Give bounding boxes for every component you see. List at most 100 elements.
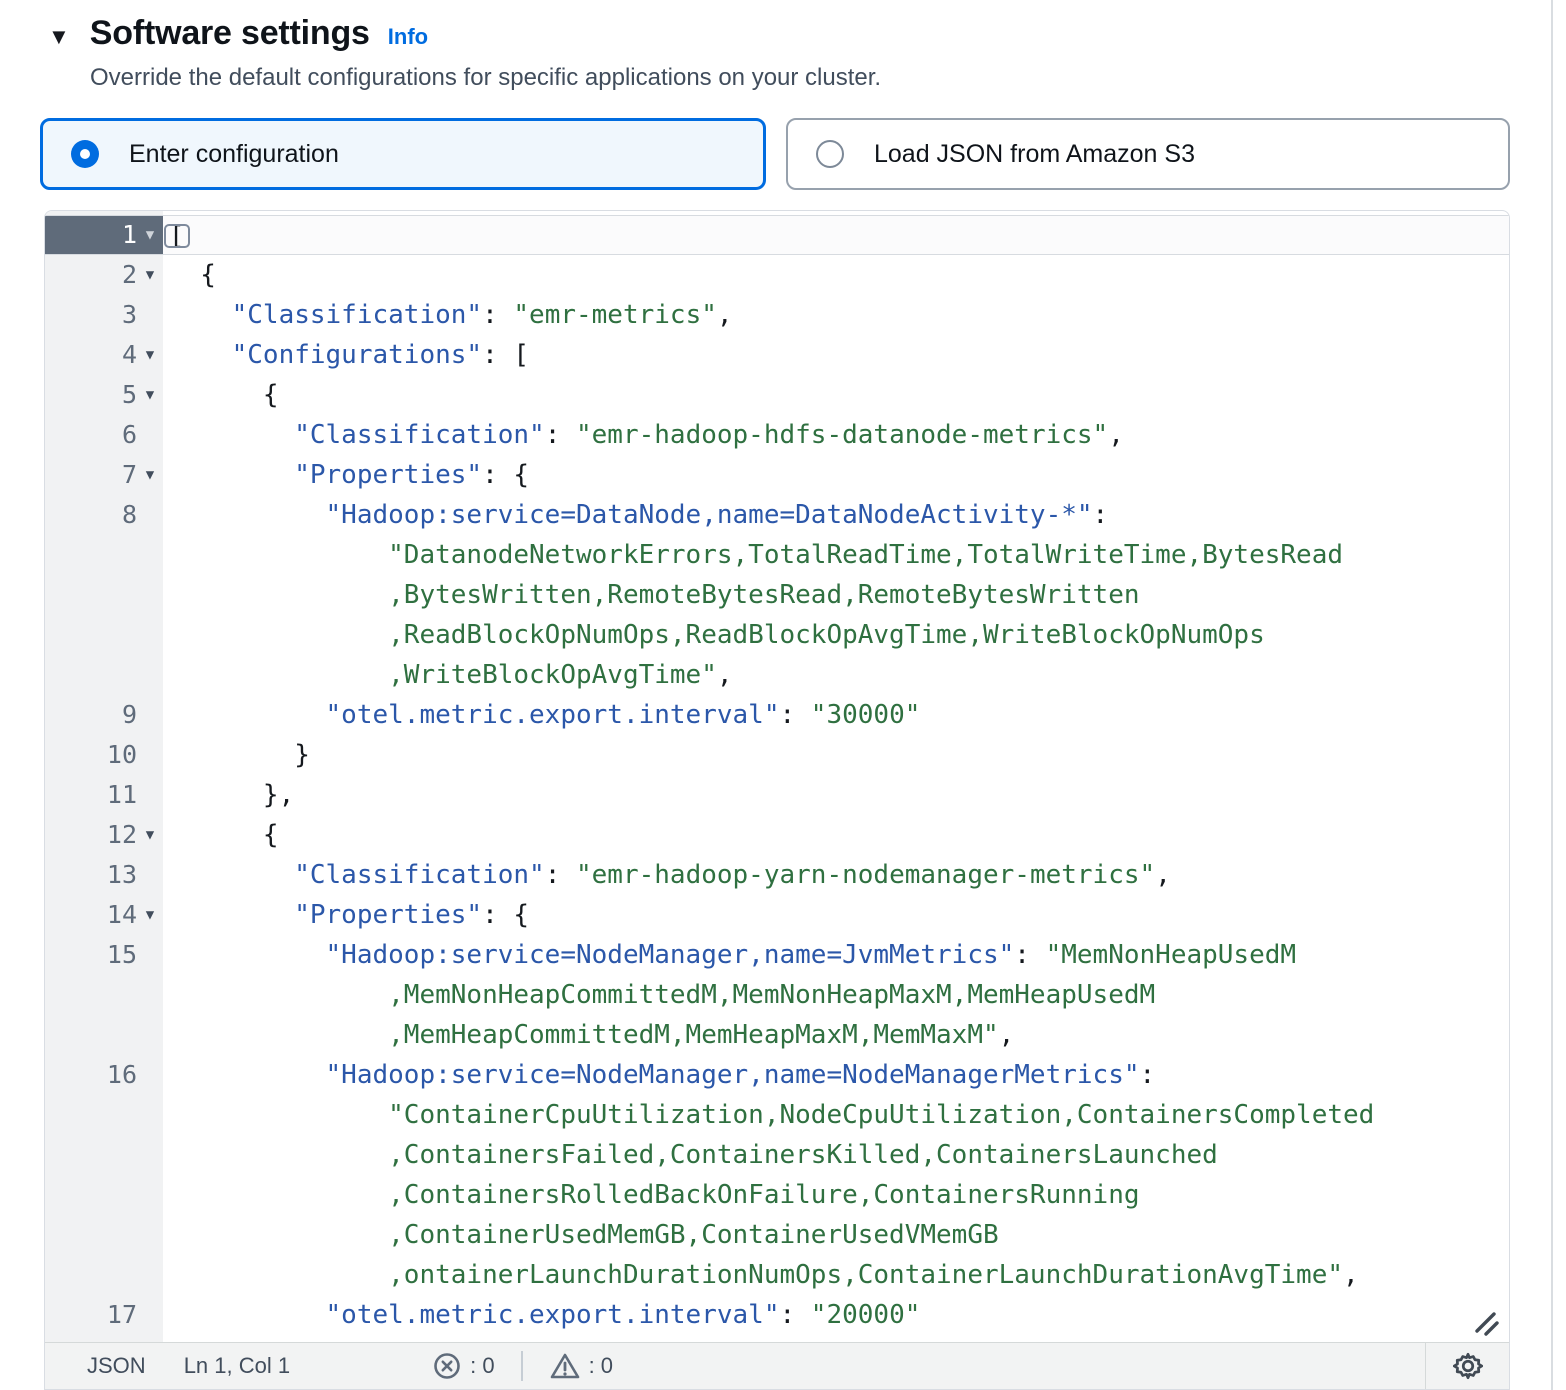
line-number-gutter: 2▼ bbox=[45, 255, 163, 295]
code-line[interactable]: ,BytesWritten,RemoteBytesRead,RemoteByte… bbox=[45, 575, 1509, 615]
code-line-text[interactable]: ,MemNonHeapCommittedM,MemNonHeapMaxM,Mem… bbox=[163, 975, 1155, 1015]
line-number: 9 bbox=[122, 695, 137, 735]
code-line[interactable]: 17 "otel.metric.export.interval": "20000… bbox=[45, 1295, 1509, 1335]
radio-selected-icon[interactable] bbox=[71, 140, 99, 168]
code-line[interactable]: 15 "Hadoop:service=NodeManager,name=JvmM… bbox=[45, 935, 1509, 975]
code-line-text[interactable]: { bbox=[163, 375, 279, 415]
code-editor-text-area[interactable]: 1▼[2▼ {3 "Classification": "emr-metrics"… bbox=[45, 211, 1509, 1342]
code-line[interactable]: 16 "Hadoop:service=NodeManager,name=Node… bbox=[45, 1055, 1509, 1095]
fold-arrow-icon[interactable]: ▼ bbox=[137, 255, 163, 295]
code-line[interactable]: 2▼ { bbox=[45, 255, 1509, 295]
code-line-text[interactable]: "DatanodeNetworkErrors,TotalReadTime,Tot… bbox=[163, 535, 1343, 575]
code-line-text[interactable]: "Hadoop:service=NodeManager,name=NodeMan… bbox=[163, 1055, 1155, 1095]
fold-arrow-icon[interactable]: ▼ bbox=[137, 455, 163, 495]
code-line-text[interactable]: "Hadoop:service=DataNode,name=DataNodeAc… bbox=[163, 495, 1108, 535]
section-title: Software settings bbox=[90, 14, 370, 53]
fold-arrow-icon[interactable]: ▼ bbox=[137, 335, 163, 375]
section-header: ▼ Software settings Info bbox=[48, 14, 428, 53]
line-number-gutter: 12▼ bbox=[45, 815, 163, 855]
code-line[interactable]: ,ReadBlockOpNumOps,ReadBlockOpAvgTime,Wr… bbox=[45, 615, 1509, 655]
code-line[interactable]: 11 }, bbox=[45, 775, 1509, 815]
section-description: Override the default configurations for … bbox=[90, 64, 881, 92]
code-line-text[interactable]: } bbox=[163, 735, 310, 775]
code-line-text[interactable]: }, bbox=[163, 775, 294, 815]
code-line-text[interactable]: "Classification": "emr-hadoop-yarn-nodem… bbox=[163, 855, 1171, 895]
code-line-text[interactable]: ,ContainerUsedMemGB,ContainerUsedVMemGB bbox=[163, 1215, 999, 1255]
code-line[interactable]: ,MemNonHeapCommittedM,MemNonHeapMaxM,Mem… bbox=[45, 975, 1509, 1015]
code-line-text[interactable]: } bbox=[163, 1335, 310, 1342]
code-line[interactable]: 12▼ { bbox=[45, 815, 1509, 855]
info-link[interactable]: Info bbox=[388, 24, 428, 50]
code-line[interactable]: 4▼ "Configurations": [ bbox=[45, 335, 1509, 375]
code-line[interactable]: 10 } bbox=[45, 735, 1509, 775]
code-line[interactable]: 7▼ "Properties": { bbox=[45, 455, 1509, 495]
line-number: 8 bbox=[122, 495, 137, 535]
code-line-text[interactable]: ,WriteBlockOpAvgTime", bbox=[163, 655, 733, 695]
enter-configuration-tile[interactable]: Enter configuration bbox=[40, 118, 766, 190]
code-line-text[interactable]: ,ContainersFailed,ContainersKilled,Conta… bbox=[163, 1135, 1218, 1175]
line-number-gutter: 1▼ bbox=[45, 216, 163, 254]
code-line-text[interactable]: "Configurations": [ bbox=[163, 335, 529, 375]
fold-arrow-icon[interactable]: ▼ bbox=[137, 895, 163, 935]
fold-arrow-icon[interactable]: ▼ bbox=[137, 815, 163, 855]
code-line[interactable]: ,WriteBlockOpAvgTime", bbox=[45, 655, 1509, 695]
section-collapse-icon[interactable]: ▼ bbox=[48, 24, 70, 50]
code-line-text[interactable]: { bbox=[163, 815, 279, 855]
code-line[interactable]: "DatanodeNetworkErrors,TotalReadTime,Tot… bbox=[45, 535, 1509, 575]
line-number-gutter: 9 bbox=[45, 695, 163, 735]
code-line-text[interactable]: "otel.metric.export.interval": "30000" bbox=[163, 695, 920, 735]
line-number-gutter: 13 bbox=[45, 855, 163, 895]
editor-settings-button[interactable] bbox=[1425, 1343, 1509, 1389]
code-line-text[interactable]: ,ontainerLaunchDurationNumOps,ContainerL… bbox=[163, 1255, 1359, 1295]
fold-arrow-icon[interactable]: ▼ bbox=[137, 375, 163, 415]
cursor-position-label: Ln 1, Col 1 bbox=[184, 1353, 290, 1379]
radio-unselected-icon[interactable] bbox=[816, 140, 844, 168]
code-line[interactable]: 5▼ { bbox=[45, 375, 1509, 415]
fold-arrow-icon[interactable]: ▼ bbox=[137, 215, 163, 255]
code-line-text[interactable]: [ bbox=[163, 216, 185, 254]
code-line[interactable]: ,MemHeapCommittedM,MemHeapMaxM,MemMaxM", bbox=[45, 1015, 1509, 1055]
code-line[interactable]: "ContainerCpuUtilization,NodeCpuUtilizat… bbox=[45, 1095, 1509, 1135]
code-line-text[interactable]: "Classification": "emr-hadoop-hdfs-datan… bbox=[163, 415, 1124, 455]
code-line[interactable]: ,ontainerLaunchDurationNumOps,ContainerL… bbox=[45, 1255, 1509, 1295]
code-line[interactable]: 1▼[ bbox=[45, 215, 1509, 255]
code-line-text[interactable]: "Classification": "emr-metrics", bbox=[163, 295, 733, 335]
code-line-text[interactable]: ,BytesWritten,RemoteBytesRead,RemoteByte… bbox=[163, 575, 1140, 615]
code-line[interactable]: 3 "Classification": "emr-metrics", bbox=[45, 295, 1509, 335]
code-line-text[interactable]: { bbox=[163, 255, 216, 295]
code-line-text[interactable]: ,ContainersRolledBackOnFailure,Container… bbox=[163, 1175, 1140, 1215]
line-number-gutter: 3 bbox=[45, 295, 163, 335]
code-line-text[interactable]: "Properties": { bbox=[163, 455, 529, 495]
code-line[interactable]: ,ContainerUsedMemGB,ContainerUsedVMemGB bbox=[45, 1215, 1509, 1255]
line-number: 15 bbox=[107, 935, 137, 975]
code-line-text[interactable]: ,ReadBlockOpNumOps,ReadBlockOpAvgTime,Wr… bbox=[163, 615, 1265, 655]
code-line-text[interactable]: "ContainerCpuUtilization,NodeCpuUtilizat… bbox=[163, 1095, 1374, 1135]
software-settings-section: ▼ Software settings Info Override the de… bbox=[0, 0, 1566, 1390]
line-number-gutter bbox=[45, 975, 163, 1015]
code-line-text[interactable]: "otel.metric.export.interval": "20000" bbox=[163, 1295, 920, 1335]
line-number: 11 bbox=[107, 775, 137, 815]
editor-resize-handle-icon[interactable] bbox=[1473, 1310, 1499, 1336]
line-number-gutter bbox=[45, 1255, 163, 1295]
code-line[interactable]: 6 "Classification": "emr-hadoop-hdfs-dat… bbox=[45, 415, 1509, 455]
code-line-text[interactable]: ,MemHeapCommittedM,MemHeapMaxM,MemMaxM", bbox=[163, 1015, 1014, 1055]
code-line-text[interactable]: "Properties": { bbox=[163, 895, 529, 935]
line-number: 7 bbox=[122, 455, 137, 495]
error-count: : 0 bbox=[470, 1353, 494, 1379]
line-number-gutter bbox=[45, 1135, 163, 1175]
code-line[interactable]: 14▼ "Properties": { bbox=[45, 895, 1509, 935]
line-number-gutter bbox=[45, 1175, 163, 1215]
tile-label: Enter configuration bbox=[129, 140, 339, 169]
code-line[interactable]: ,ContainersFailed,ContainersKilled,Conta… bbox=[45, 1135, 1509, 1175]
line-number-gutter bbox=[45, 1015, 163, 1055]
code-line[interactable]: ,ContainersRolledBackOnFailure,Container… bbox=[45, 1175, 1509, 1215]
code-line[interactable]: 8 "Hadoop:service=DataNode,name=DataNode… bbox=[45, 495, 1509, 535]
json-code-editor[interactable]: 1▼[2▼ {3 "Classification": "emr-metrics"… bbox=[44, 210, 1510, 1390]
code-line[interactable]: 18 } bbox=[45, 1335, 1509, 1342]
code-line-text[interactable]: "Hadoop:service=NodeManager,name=JvmMetr… bbox=[163, 935, 1296, 975]
line-number-gutter bbox=[45, 535, 163, 575]
line-number-gutter bbox=[45, 655, 163, 695]
code-line[interactable]: 9 "otel.metric.export.interval": "30000" bbox=[45, 695, 1509, 735]
code-line[interactable]: 13 "Classification": "emr-hadoop-yarn-no… bbox=[45, 855, 1509, 895]
load-json-from-s3-tile[interactable]: Load JSON from Amazon S3 bbox=[786, 118, 1510, 190]
